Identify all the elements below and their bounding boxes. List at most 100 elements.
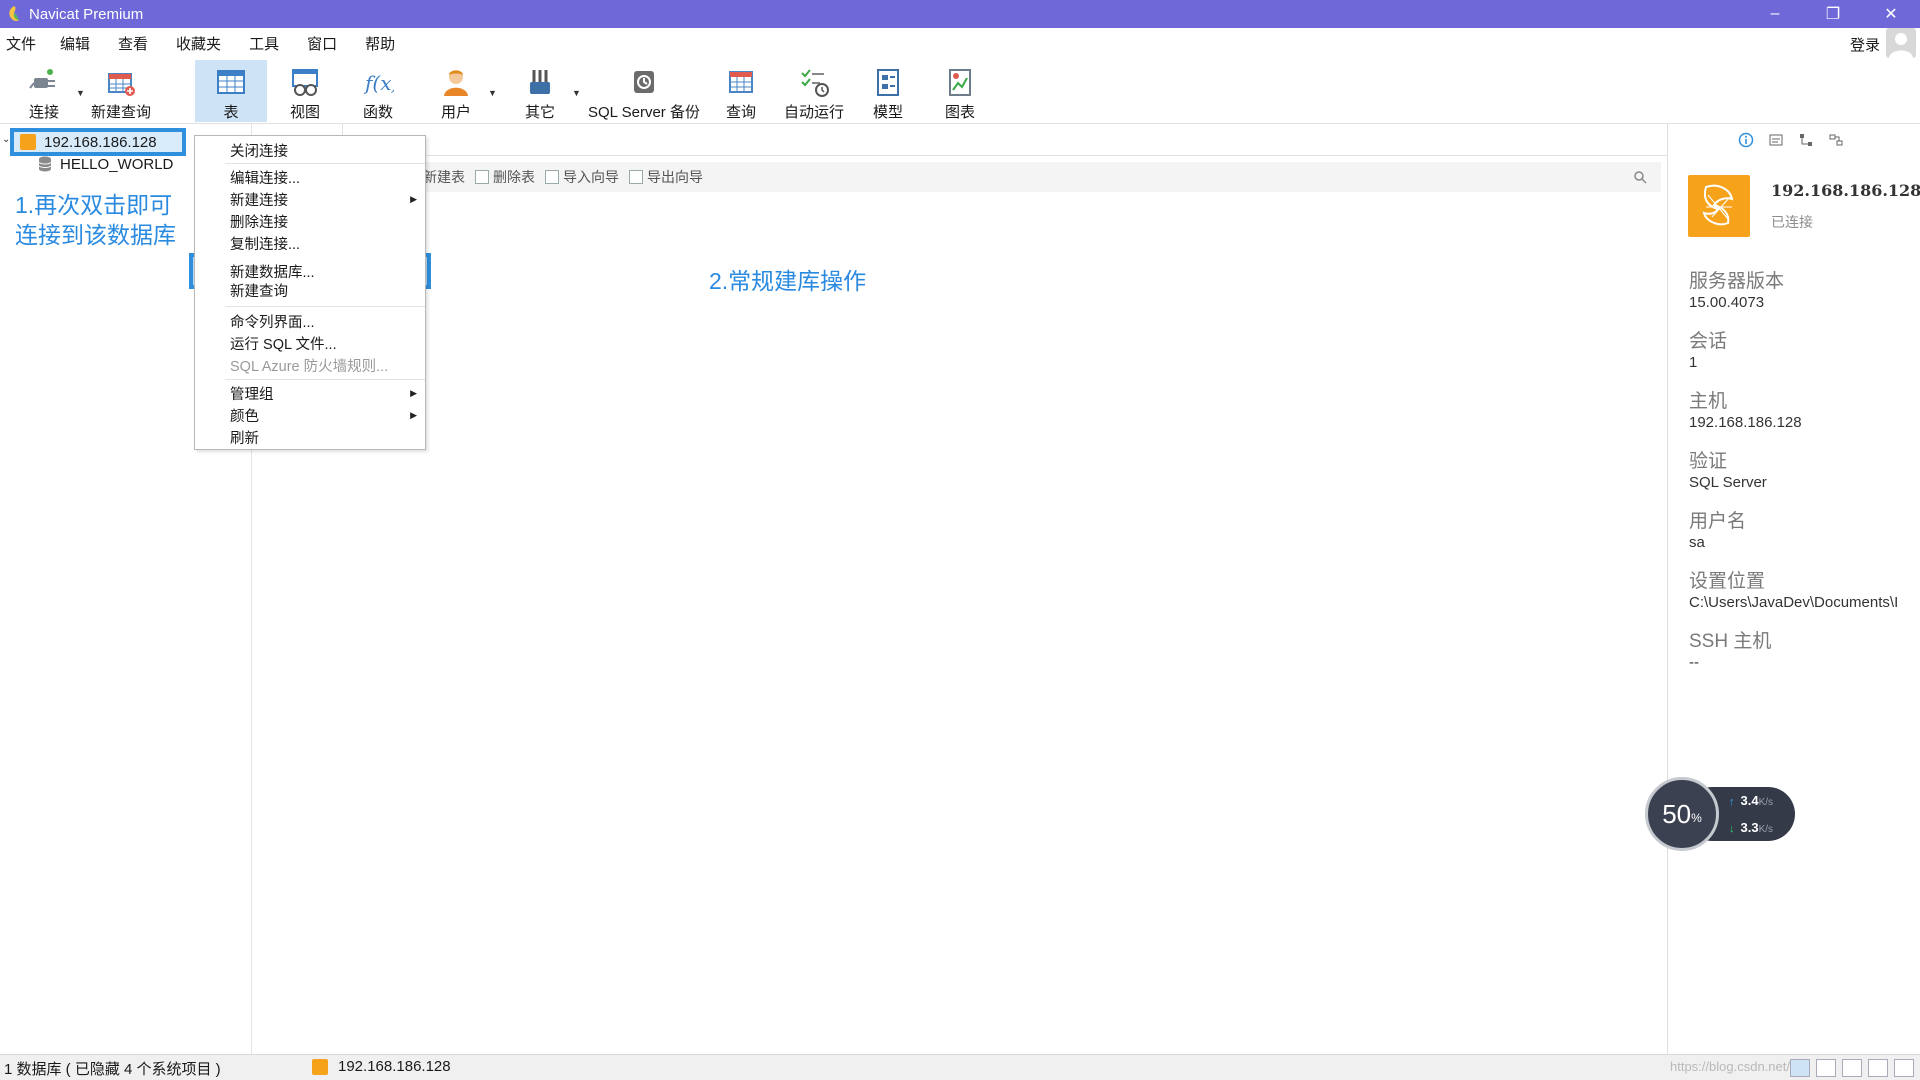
plug-icon: [29, 68, 55, 89]
menu-tools[interactable]: 工具: [239, 33, 289, 54]
ddl-icon[interactable]: [1768, 132, 1784, 148]
session-value: 1: [1689, 354, 1698, 371]
function-button[interactable]: f(x) 函数: [353, 60, 403, 122]
toggle-nav-pane-button[interactable]: [1868, 1059, 1888, 1077]
dependency-icon[interactable]: [1798, 132, 1814, 148]
menu-edit-connection[interactable]: 编辑连接...: [195, 166, 425, 188]
model-button[interactable]: 模型: [866, 60, 910, 122]
table-icon: [217, 69, 245, 94]
menu-separator: [225, 379, 425, 380]
location-label: 设置位置: [1689, 571, 1766, 592]
view-button[interactable]: 视图: [280, 60, 330, 122]
main-content: 新建表 删除表 导入向导 导出向导 2.常规建库操作: [253, 124, 1667, 1054]
close-button[interactable]: ✕: [1862, 0, 1920, 28]
annotation-step-1: 1.再次双击即可 连接到该数据库: [15, 192, 176, 248]
query-button[interactable]: 查询: [718, 60, 764, 122]
login-link[interactable]: 登录: [1850, 34, 1880, 55]
new-table-button[interactable]: 新建表: [423, 167, 465, 187]
minimize-button[interactable]: –: [1746, 0, 1804, 28]
database-icon: [38, 156, 52, 172]
usage-gauge: 50%: [1645, 777, 1719, 851]
avatar[interactable]: [1886, 28, 1916, 58]
menu-favorites[interactable]: 收藏夹: [166, 33, 231, 54]
session-label: 会话: [1689, 331, 1728, 352]
server-version-value: 15.00.4073: [1689, 294, 1765, 311]
connect-button[interactable]: 连接: [22, 60, 66, 122]
connect-dropdown-icon[interactable]: ▼: [76, 88, 85, 98]
tree-connection-label: 192.168.186.128: [44, 133, 157, 151]
restore-button[interactable]: ❐: [1804, 0, 1862, 28]
query-icon: [729, 70, 753, 93]
list-view-button[interactable]: [1816, 1059, 1836, 1077]
menu-file[interactable]: 文件: [0, 33, 46, 54]
navicat-logo-icon: [9, 6, 19, 22]
host-value: 192.168.186.128: [1689, 414, 1802, 431]
status-database-count: 1 数据库 ( 已隐藏 4 个系统项目 ): [4, 1061, 221, 1078]
menu-color[interactable]: 颜色 ▶: [195, 404, 425, 426]
model-icon: [877, 68, 899, 96]
upload-arrow-icon: ↑: [1729, 796, 1735, 808]
menu-console[interactable]: 命令列界面...: [195, 310, 425, 332]
annotation-step-2: 2.常规建库操作: [709, 268, 867, 294]
server-name: 192.168.186.128: [1771, 181, 1920, 200]
menu-view[interactable]: 查看: [108, 33, 158, 54]
tree-database-label: HELLO_WORLD: [60, 155, 174, 173]
layout-icon[interactable]: [1828, 132, 1844, 148]
table-button[interactable]: 表: [195, 60, 267, 122]
delete-table-button[interactable]: 删除表: [475, 167, 535, 187]
window-title: Navicat Premium: [29, 5, 144, 23]
ssh-host-label: SSH 主机: [1689, 631, 1772, 652]
context-menu: 关闭连接 编辑连接... 新建连接 ▶ 删除连接 复制连接... 新建数据库...…: [194, 135, 426, 450]
menu-azure-firewall: SQL Azure 防火墙规则...: [230, 358, 389, 375]
menu-close-connection[interactable]: 关闭连接: [195, 139, 425, 161]
menu-new-query[interactable]: 新建查询: [195, 282, 425, 299]
menu-edit[interactable]: 编辑: [50, 33, 100, 54]
automation-button[interactable]: 自动运行: [782, 60, 846, 122]
auth-value: SQL Server: [1689, 474, 1767, 491]
grid-view-button[interactable]: [1790, 1059, 1810, 1077]
submenu-arrow-icon: ▶: [410, 193, 417, 204]
object-toolbar: 新建表 删除表 导入向导 导出向导: [253, 162, 1661, 192]
menu-manage-group[interactable]: 管理组 ▶: [195, 382, 425, 404]
download-arrow-icon: ↓: [1729, 823, 1735, 835]
delete-table-icon: [475, 170, 489, 184]
info-icon[interactable]: [1738, 132, 1754, 148]
server-version-label: 服务器版本: [1689, 271, 1785, 292]
menu-new-database[interactable]: 新建数据库...: [195, 260, 425, 282]
import-icon: [545, 170, 559, 184]
new-query-button[interactable]: 新建查询: [88, 60, 154, 122]
username-label: 用户名: [1689, 511, 1747, 532]
status-connection: 192.168.186.128: [312, 1058, 451, 1075]
import-wizard-button[interactable]: 导入向导: [545, 167, 619, 187]
status-bar: 1 数据库 ( 已隐藏 4 个系统项目 ) 192.168.186.128 ht…: [0, 1054, 1920, 1080]
menu-new-connection[interactable]: 新建连接 ▶: [195, 188, 425, 210]
function-icon: f(x): [363, 71, 394, 95]
upload-speed: ↑ 3.4K/s: [1729, 793, 1774, 808]
other-dropdown-icon[interactable]: ▼: [572, 88, 581, 98]
connection-status: 已连接: [1771, 214, 1813, 230]
tree-database-item[interactable]: HELLO_WORLD: [38, 152, 173, 176]
backup-icon: [634, 70, 654, 93]
new-query-icon: [108, 72, 135, 96]
menu-run-sql-file[interactable]: 运行 SQL 文件...: [195, 332, 425, 354]
search-icon[interactable]: [1633, 170, 1647, 184]
other-button[interactable]: 其它: [516, 60, 564, 122]
export-icon: [629, 170, 643, 184]
menu-copy-connection[interactable]: 复制连接...: [195, 232, 425, 254]
export-wizard-button[interactable]: 导出向导: [629, 167, 703, 187]
menu-help[interactable]: 帮助: [355, 33, 405, 54]
auth-label: 验证: [1689, 451, 1728, 472]
submenu-arrow-icon: ▶: [410, 409, 417, 420]
toggle-info-pane-button[interactable]: [1894, 1059, 1914, 1077]
sqlserver-logo: [1688, 175, 1750, 237]
menu-delete-connection[interactable]: 删除连接: [195, 210, 425, 232]
chart-button[interactable]: 图表: [938, 60, 982, 122]
user-dropdown-icon[interactable]: ▼: [488, 88, 497, 98]
user-button[interactable]: 用户: [432, 60, 480, 122]
network-speed-widget[interactable]: 50% ↑ 3.4K/s ↓ 3.3K/s: [1645, 777, 1797, 851]
detail-view-button[interactable]: [1842, 1059, 1862, 1077]
menu-window[interactable]: 窗口: [297, 33, 347, 54]
sql-server-backup-button[interactable]: SQL Server 备份: [584, 60, 704, 122]
tools-icon: [530, 69, 550, 94]
menu-refresh[interactable]: 刷新: [195, 426, 425, 448]
